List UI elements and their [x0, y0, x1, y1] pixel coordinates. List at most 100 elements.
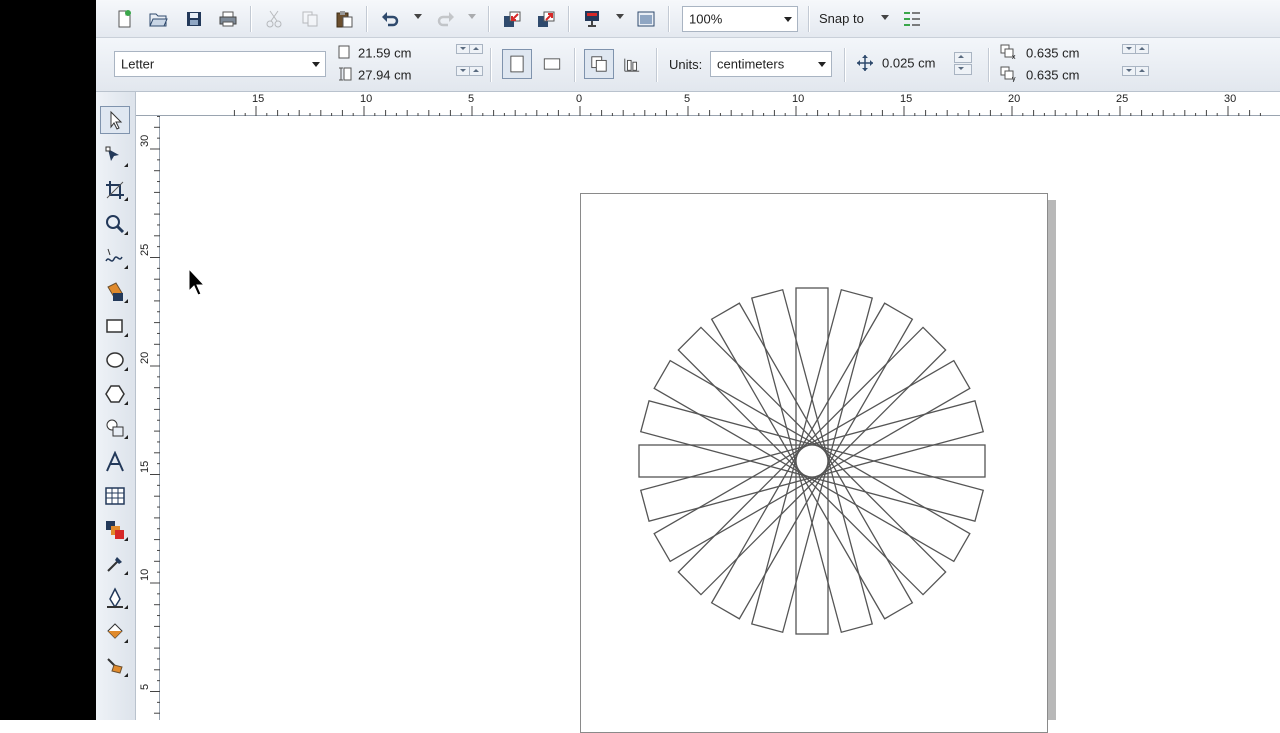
page-shadow [1048, 200, 1056, 720]
application-launcher-arrow[interactable] [616, 14, 624, 19]
redo-list-arrow[interactable] [468, 14, 476, 19]
all-pages-button[interactable] [584, 49, 614, 79]
eyedropper-tool-icon[interactable] [100, 550, 130, 578]
interactive-fill-tool-icon[interactable] [100, 652, 130, 680]
open-folder-icon[interactable] [146, 7, 170, 31]
toolbar-separator [844, 48, 846, 82]
fill-tool-icon[interactable] [100, 618, 130, 646]
duplicate-y-spinner-up[interactable] [1135, 66, 1149, 84]
nudge-value: 0.025 cm [882, 55, 936, 71]
snap-to-arrow[interactable] [881, 15, 889, 20]
application-launcher-icon[interactable] [580, 7, 604, 31]
toolbar-separator [808, 6, 810, 32]
text-tool-icon[interactable] [100, 448, 130, 476]
rectangle-tool-icon[interactable] [100, 312, 130, 340]
chevron-down-icon [784, 17, 792, 22]
page-width-icon [338, 45, 350, 59]
duplicate-y-field[interactable]: 0.635 cm [1020, 65, 1120, 84]
ruler-label: 10 [139, 568, 151, 581]
page-height-field[interactable]: 27.94 cm [352, 65, 454, 84]
mouse-cursor-icon [188, 267, 208, 298]
page-width-spinner[interactable] [456, 44, 470, 62]
zoom-tool-icon[interactable] [100, 210, 130, 238]
ruler-label: 25 [1116, 93, 1129, 105]
ruler-label: 15 [252, 93, 265, 105]
current-page-button[interactable] [618, 52, 646, 76]
import-icon[interactable] [500, 7, 524, 31]
page-height-spinner[interactable] [456, 66, 470, 84]
left-black-margin [0, 0, 96, 720]
ruler-label: 20 [1008, 93, 1021, 105]
crop-tool-icon[interactable] [100, 176, 130, 204]
welcome-screen-icon[interactable] [634, 7, 658, 31]
ruler-label: 0 [576, 93, 583, 105]
freehand-tool-icon[interactable] [100, 244, 130, 272]
ruler-label: 15 [139, 460, 151, 473]
toolbar-separator [366, 6, 368, 32]
pick-tool-icon[interactable] [100, 106, 130, 134]
shape-tool-icon[interactable] [100, 142, 130, 170]
document-page[interactable] [580, 193, 1048, 733]
options-icon[interactable] [900, 7, 924, 31]
undo-list-arrow[interactable] [414, 14, 422, 19]
ellipse-tool-icon[interactable] [100, 346, 130, 374]
smart-fill-tool-icon[interactable] [100, 278, 130, 306]
page-height-icon [338, 67, 352, 81]
nudge-icon [856, 54, 874, 72]
export-icon[interactable] [534, 7, 558, 31]
redo-icon[interactable] [434, 7, 458, 31]
vertical-ruler[interactable]: 30 25 20 15 10 5 [136, 116, 160, 720]
paper-size-value: Letter [121, 56, 155, 72]
copy-icon[interactable] [298, 7, 322, 31]
zoom-combo[interactable]: 100% [682, 6, 798, 32]
snap-to-button[interactable]: Snap to [819, 11, 864, 26]
toolbar-separator [656, 48, 658, 82]
duplicate-x-value: 0.635 cm [1026, 45, 1080, 60]
outline-pen-tool-icon[interactable] [100, 584, 130, 612]
horizontal-ruler[interactable]: 15 10 5 0 5 10 15 20 25 30 [136, 92, 1280, 116]
print-icon[interactable] [216, 7, 240, 31]
table-tool-icon[interactable] [100, 482, 130, 510]
portrait-icon [510, 55, 524, 73]
ruler-label: 10 [360, 93, 373, 105]
page-height-spinner-up[interactable] [469, 66, 483, 84]
units-value: centimeters [717, 56, 785, 72]
paper-size-combo[interactable]: Letter [114, 51, 326, 77]
landscape-button[interactable] [538, 52, 566, 76]
polygon-tool-icon[interactable] [100, 380, 130, 408]
toolbar-separator [488, 6, 490, 32]
save-icon[interactable] [182, 7, 206, 31]
ruler-label: 5 [468, 93, 475, 105]
ruler-label: 30 [1224, 93, 1237, 105]
units-combo[interactable]: centimeters [710, 51, 832, 77]
ruler-label: 30 [139, 134, 151, 147]
ruler-label: 25 [139, 243, 151, 256]
toolbar-separator [668, 6, 670, 32]
undo-icon[interactable] [378, 7, 402, 31]
current-page-icon [624, 58, 640, 72]
landscape-icon [543, 58, 561, 70]
page-width-spinner-up[interactable] [469, 44, 483, 62]
svg-text:y: y [1012, 76, 1016, 82]
portrait-button[interactable] [502, 49, 532, 79]
new-document-icon[interactable] [112, 7, 136, 31]
interactive-blend-tool-icon[interactable] [100, 516, 130, 544]
zoom-value: 100% [689, 11, 723, 27]
property-bar: Letter 21.59 cm 27.94 cm Units: centimet… [96, 38, 1280, 92]
nudge-field[interactable]: 0.025 cm [876, 51, 946, 75]
cut-icon[interactable] [262, 7, 286, 31]
toolbox [96, 92, 136, 720]
duplicate-y-spinner[interactable] [1122, 66, 1136, 84]
chevron-down-icon [818, 62, 826, 67]
basic-shapes-tool-icon[interactable] [100, 414, 130, 442]
duplicate-y-icon: y [1000, 66, 1018, 83]
nudge-spinner[interactable] [954, 52, 972, 75]
drawing-artwork[interactable] [581, 194, 1047, 721]
duplicate-x-spinner-up[interactable] [1135, 44, 1149, 62]
page-width-value: 21.59 cm [358, 45, 412, 60]
duplicate-x-field[interactable]: 0.635 cm [1020, 43, 1120, 62]
duplicate-x-spinner[interactable] [1122, 44, 1136, 62]
paste-icon[interactable] [332, 7, 356, 31]
toolbar-separator [574, 48, 576, 82]
page-width-field[interactable]: 21.59 cm [352, 43, 454, 62]
